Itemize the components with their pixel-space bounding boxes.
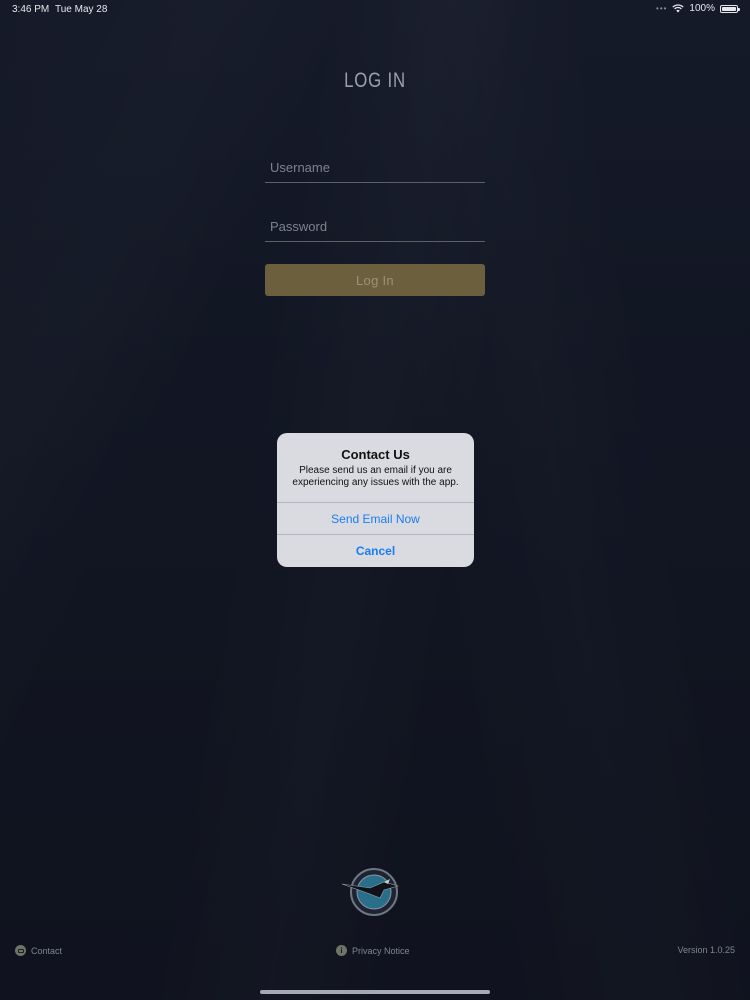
mail-icon xyxy=(15,945,26,956)
password-input[interactable] xyxy=(265,211,485,241)
status-indicators: ••• 100% xyxy=(656,3,740,14)
cancel-button[interactable]: Cancel xyxy=(277,534,474,567)
password-field xyxy=(265,211,485,242)
wifi-icon xyxy=(672,4,685,13)
version-label: Version 1.0.25 xyxy=(677,945,735,955)
battery-icon xyxy=(720,4,740,13)
battery-percentage: 100% xyxy=(689,3,715,14)
username-input[interactable] xyxy=(265,152,485,182)
status-time: 3:46 PM xyxy=(12,4,50,15)
alert-message: Please send us an email if you are exper… xyxy=(292,465,459,488)
contact-link[interactable]: Contact xyxy=(15,945,62,956)
multitasking-dots-icon: ••• xyxy=(656,4,668,13)
info-icon: i xyxy=(336,945,347,956)
status-bar: 3:46 PM Tue May 28 ••• 100% xyxy=(0,0,750,18)
login-button[interactable]: Log In xyxy=(265,264,485,296)
contact-us-alert: Contact Us Please send us an email if yo… xyxy=(277,433,474,567)
eagle-logo xyxy=(340,862,404,918)
alert-title: Contact Us xyxy=(341,447,410,462)
privacy-notice-label: Privacy Notice xyxy=(352,945,410,956)
contact-label: Contact xyxy=(31,945,63,956)
page-title: LOG IN xyxy=(344,69,406,93)
status-date: Tue May 28 xyxy=(55,4,108,15)
alert-body: Contact Us Please send us an email if yo… xyxy=(277,433,474,502)
send-email-now-button[interactable]: Send Email Now xyxy=(277,502,474,534)
home-indicator[interactable] xyxy=(260,990,490,994)
battery-fill xyxy=(722,6,736,11)
username-field xyxy=(265,152,485,183)
privacy-notice-link[interactable]: i Privacy Notice xyxy=(336,945,410,956)
